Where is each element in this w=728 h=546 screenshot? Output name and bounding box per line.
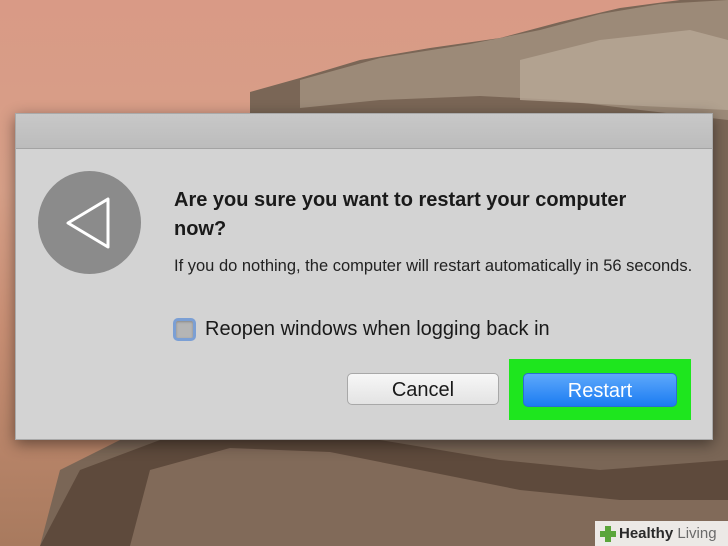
watermark-text: Healthy Living — [619, 525, 717, 542]
restart-dialog: Are you sure you want to restart your co… — [15, 113, 713, 440]
restart-triangle-icon — [38, 171, 141, 274]
dialog-message: If you do nothing, the computer will res… — [174, 257, 693, 275]
reopen-windows-option[interactable]: Reopen windows when logging back in — [173, 315, 550, 343]
restart-button[interactable]: Restart — [523, 373, 677, 407]
reopen-windows-label[interactable]: Reopen windows when logging back in — [205, 318, 550, 341]
reopen-windows-checkbox[interactable] — [173, 317, 196, 341]
dialog-heading: Are you sure you want to restart your co… — [174, 189, 627, 240]
dialog-titlebar — [16, 114, 712, 149]
cancel-button[interactable]: Cancel — [347, 373, 499, 405]
watermark-brand: Healthy — [619, 525, 674, 542]
watermark-suffix: Living — [673, 525, 717, 542]
watermark: Healthy Living — [595, 521, 728, 546]
health-cross-icon — [599, 525, 617, 543]
